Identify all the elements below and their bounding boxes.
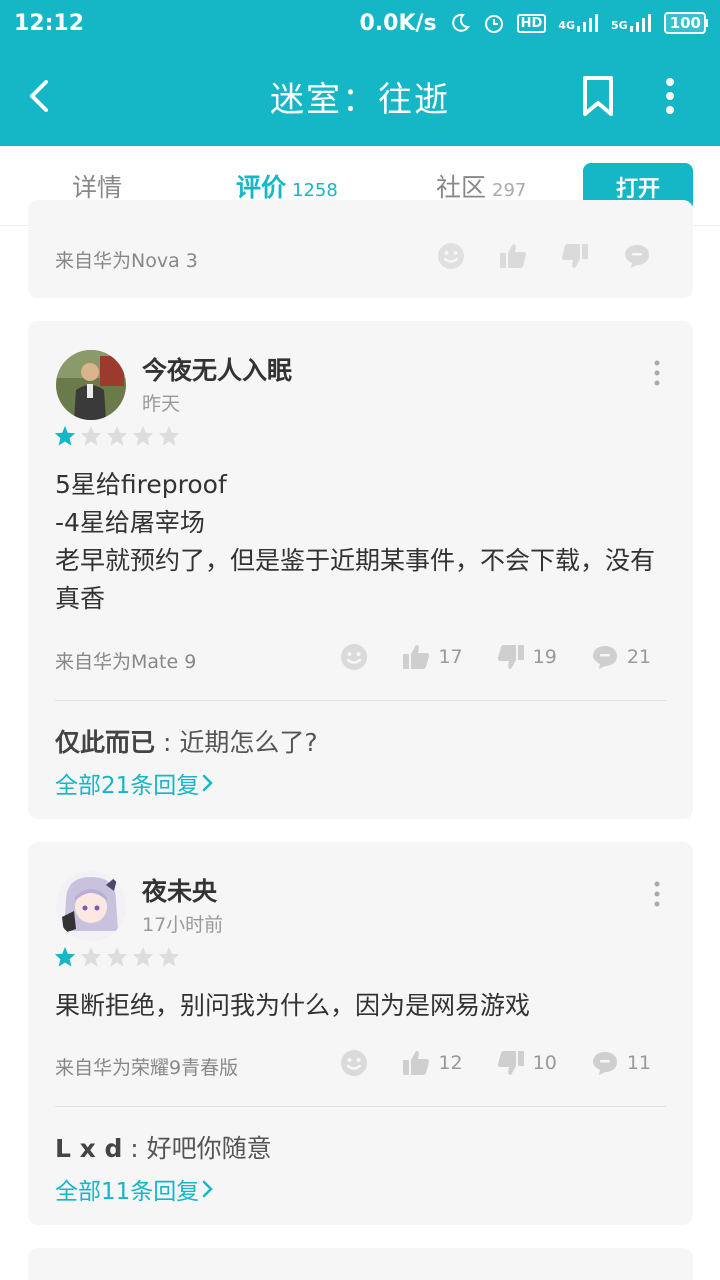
star-icon (132, 425, 154, 446)
status-bar: 12:12 0.0K/s HD 4G 5G 100 (0, 0, 720, 46)
review-text[interactable]: 果断拒绝，别问我为什么，因为是网易游戏 (55, 987, 675, 1025)
thumbs-down-icon (497, 645, 524, 669)
network-4g-label: 4G (558, 19, 575, 32)
star-icon (158, 946, 180, 967)
review-card: 今夜无人入眠 昨天 5星给fireproof -4星给屠宰场 老早就预约了，但是… (28, 321, 693, 819)
status-time: 12:12 (14, 10, 85, 36)
star-icon (54, 946, 76, 967)
review-card: 夜未央 17小时前 果断拒绝，别问我为什么，因为是网易游戏 来自华为荣耀9青春版… (28, 842, 693, 1225)
review-time: 17小时前 (142, 914, 224, 936)
more-icon (654, 360, 660, 386)
star-icon (106, 946, 128, 967)
review-more-button[interactable] (651, 880, 663, 908)
emoji-button[interactable] (437, 242, 465, 270)
chevron-right-icon (203, 1180, 214, 1198)
star-icon (80, 425, 102, 446)
comment-icon (625, 245, 649, 268)
review-actions: 17 19 21 (306, 643, 651, 671)
all-replies-label: 全部11条回复 (55, 1179, 200, 1205)
dislike-count: 19 (532, 646, 557, 668)
thumbs-down-icon (497, 1051, 524, 1075)
rating-stars (54, 425, 180, 447)
emoji-button[interactable] (340, 1049, 368, 1077)
comment-count: 21 (626, 646, 651, 668)
reply-username: L x d (55, 1134, 123, 1163)
like-button[interactable]: 12 (402, 1049, 463, 1077)
emoji-icon (341, 644, 368, 670)
moon-icon (449, 12, 471, 34)
alarm-icon (483, 12, 505, 34)
network-speed: 0.0K/s (359, 10, 437, 36)
bookmark-icon (583, 76, 613, 116)
emoji-icon (341, 1050, 368, 1076)
comment-count: 11 (626, 1052, 651, 1074)
review-actions (403, 242, 651, 270)
avatar[interactable] (56, 871, 126, 941)
battery-indicator: 100 (663, 12, 706, 34)
star-icon (132, 946, 154, 967)
review-card-previous: 来自华为Nova 3 (28, 200, 693, 298)
like-count: 17 (438, 646, 463, 668)
device-label: 来自华为荣耀9青春版 (55, 1057, 239, 1079)
thumbs-up-icon (500, 244, 526, 268)
reply-preview[interactable]: 仅此而已 : 近期怎么了? (55, 723, 318, 759)
more-icon (654, 881, 660, 907)
thumbs-up-icon (403, 1051, 430, 1075)
more-icon (666, 78, 674, 114)
emoji-icon (438, 243, 464, 269)
signal-5g: 5G (611, 14, 652, 32)
signal-4g: 4G (558, 14, 599, 32)
all-replies-link[interactable]: 全部11条回复 (55, 1172, 217, 1206)
bookmark-button[interactable] (580, 74, 620, 118)
all-replies-label: 全部21条回复 (55, 773, 200, 799)
star-icon (54, 425, 76, 446)
chevron-right-icon (203, 774, 214, 792)
review-text[interactable]: 5星给fireproof -4星给屠宰场 老早就预约了，但是鉴于近期某事件，不会… (55, 466, 675, 618)
rating-stars (54, 946, 180, 968)
dislike-button[interactable] (561, 242, 589, 270)
dislike-button[interactable]: 10 (497, 1049, 557, 1077)
comment-button[interactable]: 11 (591, 1049, 651, 1077)
app-bar: 迷室：往逝 (0, 46, 720, 146)
like-button[interactable] (499, 242, 527, 270)
reply-text: : 好吧你随意 (122, 1134, 272, 1163)
review-actions: 12 10 11 (306, 1049, 651, 1077)
hd-badge: HD (516, 13, 547, 33)
network-5g-label: 5G (611, 19, 628, 32)
comment-button[interactable]: 21 (591, 643, 651, 671)
all-replies-link[interactable]: 全部21条回复 (55, 766, 217, 800)
thumbs-down-icon (562, 244, 588, 268)
divider (55, 1106, 666, 1107)
like-button[interactable]: 17 (402, 643, 463, 671)
reply-preview[interactable]: L x d : 好吧你随意 (55, 1129, 272, 1165)
avatar[interactable] (56, 350, 126, 420)
comment-icon (592, 1052, 617, 1075)
dislike-count: 10 (532, 1052, 557, 1074)
tab-label: 评价 (236, 173, 287, 202)
review-username[interactable]: 今夜无人入眠 (142, 351, 292, 387)
review-card-next (28, 1248, 693, 1280)
tab-label: 详情 (72, 173, 123, 202)
review-username[interactable]: 夜未央 (142, 872, 217, 908)
comment-button[interactable] (623, 242, 651, 270)
star-icon (106, 425, 128, 446)
tab-count: 297 (492, 180, 527, 201)
star-icon (158, 425, 180, 446)
divider (55, 700, 666, 701)
review-more-button[interactable] (651, 359, 663, 387)
review-time: 昨天 (142, 393, 181, 415)
device-label: 来自华为Nova 3 (55, 250, 198, 272)
like-count: 12 (438, 1052, 463, 1074)
dislike-button[interactable]: 19 (497, 643, 557, 671)
reply-text: : 近期怎么了? (155, 728, 318, 757)
thumbs-up-icon (403, 645, 430, 669)
tab-label: 社区 (436, 173, 487, 202)
tab-count: 1258 (292, 180, 338, 201)
emoji-button[interactable] (340, 643, 368, 671)
reply-username: 仅此而已 (55, 728, 156, 757)
more-options-button[interactable] (652, 74, 688, 118)
comment-icon (592, 646, 617, 669)
device-label: 来自华为Mate 9 (55, 651, 197, 673)
star-icon (80, 946, 102, 967)
